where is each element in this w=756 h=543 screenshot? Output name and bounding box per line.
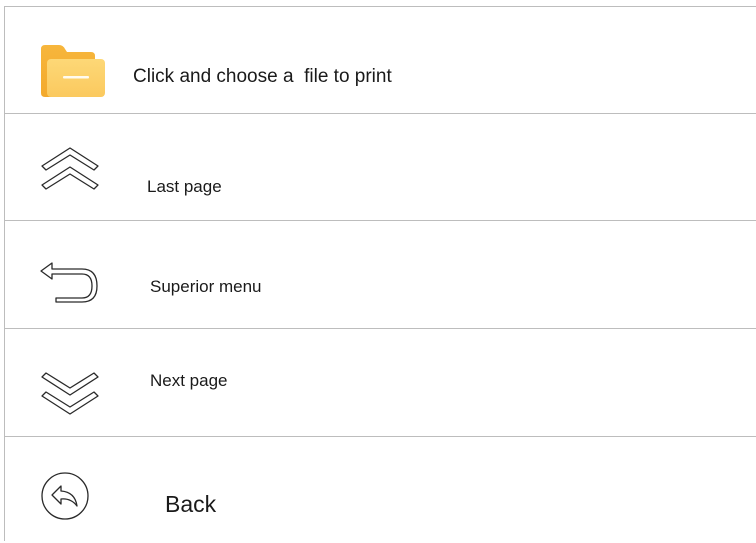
choose-file-button[interactable]: Click and choose a file to print	[5, 6, 756, 113]
last-page-label: Last page	[147, 177, 222, 196]
superior-menu-button[interactable]: Superior menu	[5, 220, 756, 328]
choose-file-label: Click and choose a file to print	[133, 66, 392, 87]
last-page-button[interactable]: Last page	[5, 113, 756, 220]
next-page-button[interactable]: Next page	[5, 328, 756, 436]
file-menu-panel: Click and choose a file to print Last pa…	[4, 6, 756, 541]
double-chevron-down-icon	[41, 372, 99, 415]
return-arrow-icon	[40, 262, 98, 303]
double-chevron-up-icon	[41, 147, 99, 190]
next-page-label: Next page	[150, 371, 228, 390]
folder-icon	[41, 45, 105, 97]
superior-menu-label: Superior menu	[150, 277, 262, 296]
back-circle-icon	[41, 472, 89, 520]
back-button[interactable]: Back	[5, 436, 756, 541]
back-label: Back	[165, 491, 217, 517]
